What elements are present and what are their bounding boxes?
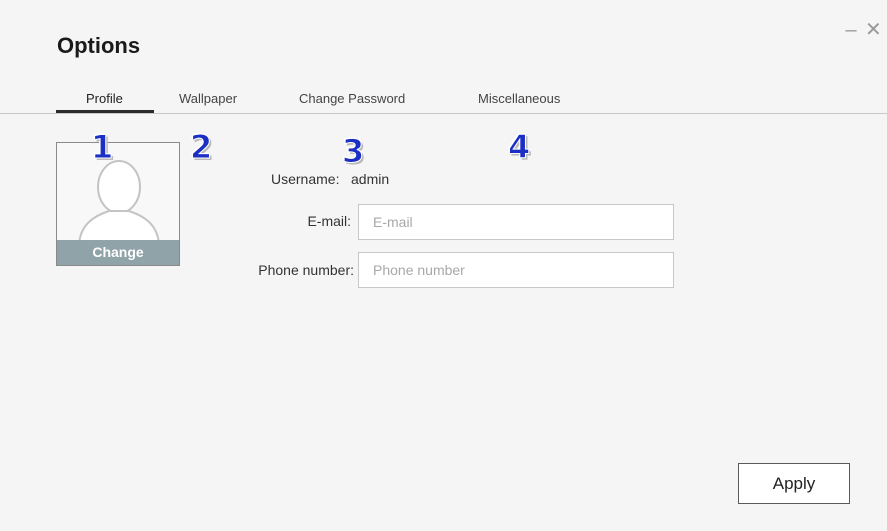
options-dialog: Options – ✕ Profile Wallpaper Change Pas… [0,0,887,531]
callout-number-2: 2 [189,128,213,167]
tab-miscellaneous[interactable]: Miscellaneous [478,91,560,106]
active-tab-indicator [56,110,154,113]
phone-field[interactable] [358,252,674,288]
window-controls: – ✕ [843,20,881,40]
minimize-icon[interactable]: – [843,20,859,40]
username-value: admin [351,171,390,187]
email-label: E-mail: [307,213,351,229]
phone-label: Phone number: [258,262,354,278]
change-picture-button[interactable]: Change [57,240,179,265]
callout-number-3: 3 [341,132,365,171]
callout-number-1: 1 [90,128,114,167]
tab-change-password[interactable]: Change Password [299,91,405,106]
profile-picture[interactable]: Change [56,142,180,266]
tab-wallpaper[interactable]: Wallpaper [179,91,237,106]
tab-profile[interactable]: Profile [86,91,123,106]
email-field[interactable] [358,204,674,240]
apply-button[interactable]: Apply [738,463,850,504]
callout-number-4: 4 [507,128,531,167]
close-icon[interactable]: ✕ [865,20,882,40]
dialog-title: Options [57,33,141,58]
username-label: Username: [271,171,340,187]
